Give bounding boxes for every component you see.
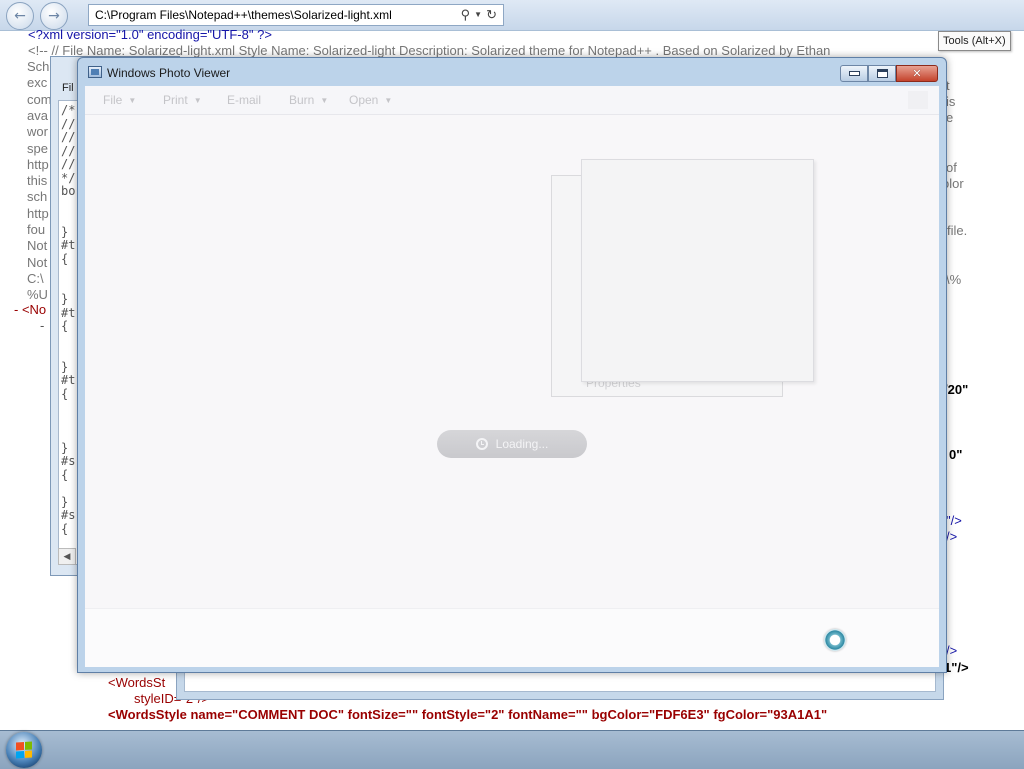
toolbar-print-menu[interactable]: Print ▼ xyxy=(163,93,202,107)
xml-right-value: "/> xyxy=(946,513,962,528)
address-bar[interactable]: C:\Program Files\Notepad++\themes\Solari… xyxy=(88,4,504,26)
toolbar-label: Open xyxy=(349,93,379,107)
photo-viewer-app-icon xyxy=(88,66,102,78)
dropdown-icon[interactable]: ▼ xyxy=(474,5,482,25)
xml-left-fragment: wor xyxy=(27,124,48,140)
notepad-line: { xyxy=(61,521,69,536)
close-icon: ✕ xyxy=(912,67,922,80)
toolbar-label: Burn xyxy=(289,93,315,107)
notepad-line: { xyxy=(61,251,69,266)
notepad-line: // xyxy=(61,116,76,131)
xml-left-fragment: http xyxy=(27,156,49,172)
notepad-line: // xyxy=(61,157,76,171)
toolbar-label: Print xyxy=(163,93,188,107)
xml-right-fragment: of xyxy=(946,160,957,175)
xml-left-fragment: Not xyxy=(27,238,48,254)
close-button[interactable]: ✕ xyxy=(896,65,938,82)
xml-left-fragment: exc xyxy=(27,75,48,91)
arrow-right-icon: → xyxy=(48,8,60,24)
toolbar-label: File xyxy=(103,93,123,107)
toolbar-open-menu[interactable]: Open ▼ xyxy=(349,93,392,107)
words-style-2: <WordsStyle name="COMMENT DOC" fontSize=… xyxy=(108,707,828,722)
photo-viewer-controls-bar xyxy=(85,608,939,667)
xml-left-fragment: Sch xyxy=(27,59,50,74)
notepad-line: /* xyxy=(61,103,76,117)
xml-right-value: 0" xyxy=(949,447,963,462)
notepad-line: bo xyxy=(61,184,76,198)
notepad-line: */ xyxy=(61,170,76,185)
xml-right-fragment: is xyxy=(946,94,956,109)
busy-spinner-icon xyxy=(824,629,846,651)
chevron-down-icon: ▼ xyxy=(128,96,137,105)
xml-right-value: /20" xyxy=(944,382,969,397)
chevron-down-icon: ▼ xyxy=(320,96,329,105)
xml-left-fragment: fou xyxy=(27,222,46,237)
xml-left-fragment: this xyxy=(27,173,48,189)
forward-button[interactable]: → xyxy=(40,2,68,30)
notepad-line: #s xyxy=(61,508,76,522)
notepad-line: { xyxy=(61,467,69,482)
notepad-line: #t xyxy=(61,373,76,387)
notepad-line: } xyxy=(61,359,69,374)
placeholder-card-front xyxy=(581,159,814,382)
xml-right-value: /> xyxy=(946,529,958,544)
window-title: Windows Photo Viewer xyxy=(107,66,231,80)
search-icon[interactable]: ⚲ xyxy=(461,5,471,25)
maximize-button[interactable] xyxy=(868,65,896,82)
xml-left-fragment: %U xyxy=(27,287,48,303)
clock-icon xyxy=(475,438,488,450)
xml-left-fragment: com xyxy=(27,91,52,107)
xml-right-fragment: e xyxy=(946,110,954,125)
notepad-line: } xyxy=(61,494,69,509)
xml-declaration: <?xml version="1.0" encoding="UTF-8" ?> xyxy=(28,27,272,42)
xml-left-fragment: ava xyxy=(27,107,48,123)
loading-indicator: Loading... xyxy=(437,430,587,458)
xml-left-fragment: C:\ xyxy=(27,270,44,286)
windows-start-icon xyxy=(16,741,32,759)
xml-node-open: - <No xyxy=(14,302,47,317)
xml-left-fragment: sch xyxy=(27,189,48,205)
address-text: C:\Program Files\Notepad++\themes\Solari… xyxy=(95,8,392,22)
toolbar-burn-menu[interactable]: Burn ▼ xyxy=(289,93,328,107)
taskbar xyxy=(0,730,1024,769)
xml-right-value: 1"/> xyxy=(944,660,969,675)
xml-right-value: /> xyxy=(946,643,958,658)
xml-right-fragment: file. xyxy=(947,223,968,238)
chevron-down-icon: ▼ xyxy=(193,96,202,105)
loading-text: Loading... xyxy=(495,437,549,451)
help-button[interactable] xyxy=(908,91,928,109)
notepad-line: #s xyxy=(61,454,76,468)
xml-left-fragment: spe xyxy=(27,140,48,156)
notepad-line: { xyxy=(61,386,69,401)
notepad-line: // xyxy=(61,130,76,144)
notepad-line: } xyxy=(61,292,69,306)
xml-left-fragment: http xyxy=(27,205,49,221)
notepad-line: #t xyxy=(61,238,76,252)
refresh-icon[interactable]: ↻ xyxy=(486,5,497,25)
minimize-button[interactable] xyxy=(840,65,868,82)
notepad-line: } xyxy=(61,440,69,455)
xml-left-fragment: Not xyxy=(27,254,48,270)
maximize-icon xyxy=(876,69,888,78)
notepad-line: // xyxy=(61,143,76,158)
chevron-down-icon: ▼ xyxy=(384,96,393,105)
xml-node-child: - xyxy=(40,318,45,333)
notepad-line: { xyxy=(61,319,69,333)
toolbar-file-menu[interactable]: File ▼ xyxy=(103,93,136,107)
words-style-1a: <WordsSt xyxy=(108,675,166,690)
arrow-left-icon: ← xyxy=(14,8,26,24)
toolbar-label: E-mail xyxy=(227,93,262,107)
xml-right-fragment: \% xyxy=(946,272,962,287)
notepad-line: #t xyxy=(61,305,76,320)
minimize-icon xyxy=(848,71,860,76)
notepad-line: } xyxy=(61,224,69,239)
scroll-left-button[interactable]: ◀ xyxy=(58,548,76,565)
photo-viewer-toolbar xyxy=(85,86,939,115)
toolbar-email-menu[interactable]: E-mail xyxy=(227,93,261,107)
back-button[interactable]: ← xyxy=(6,2,34,30)
